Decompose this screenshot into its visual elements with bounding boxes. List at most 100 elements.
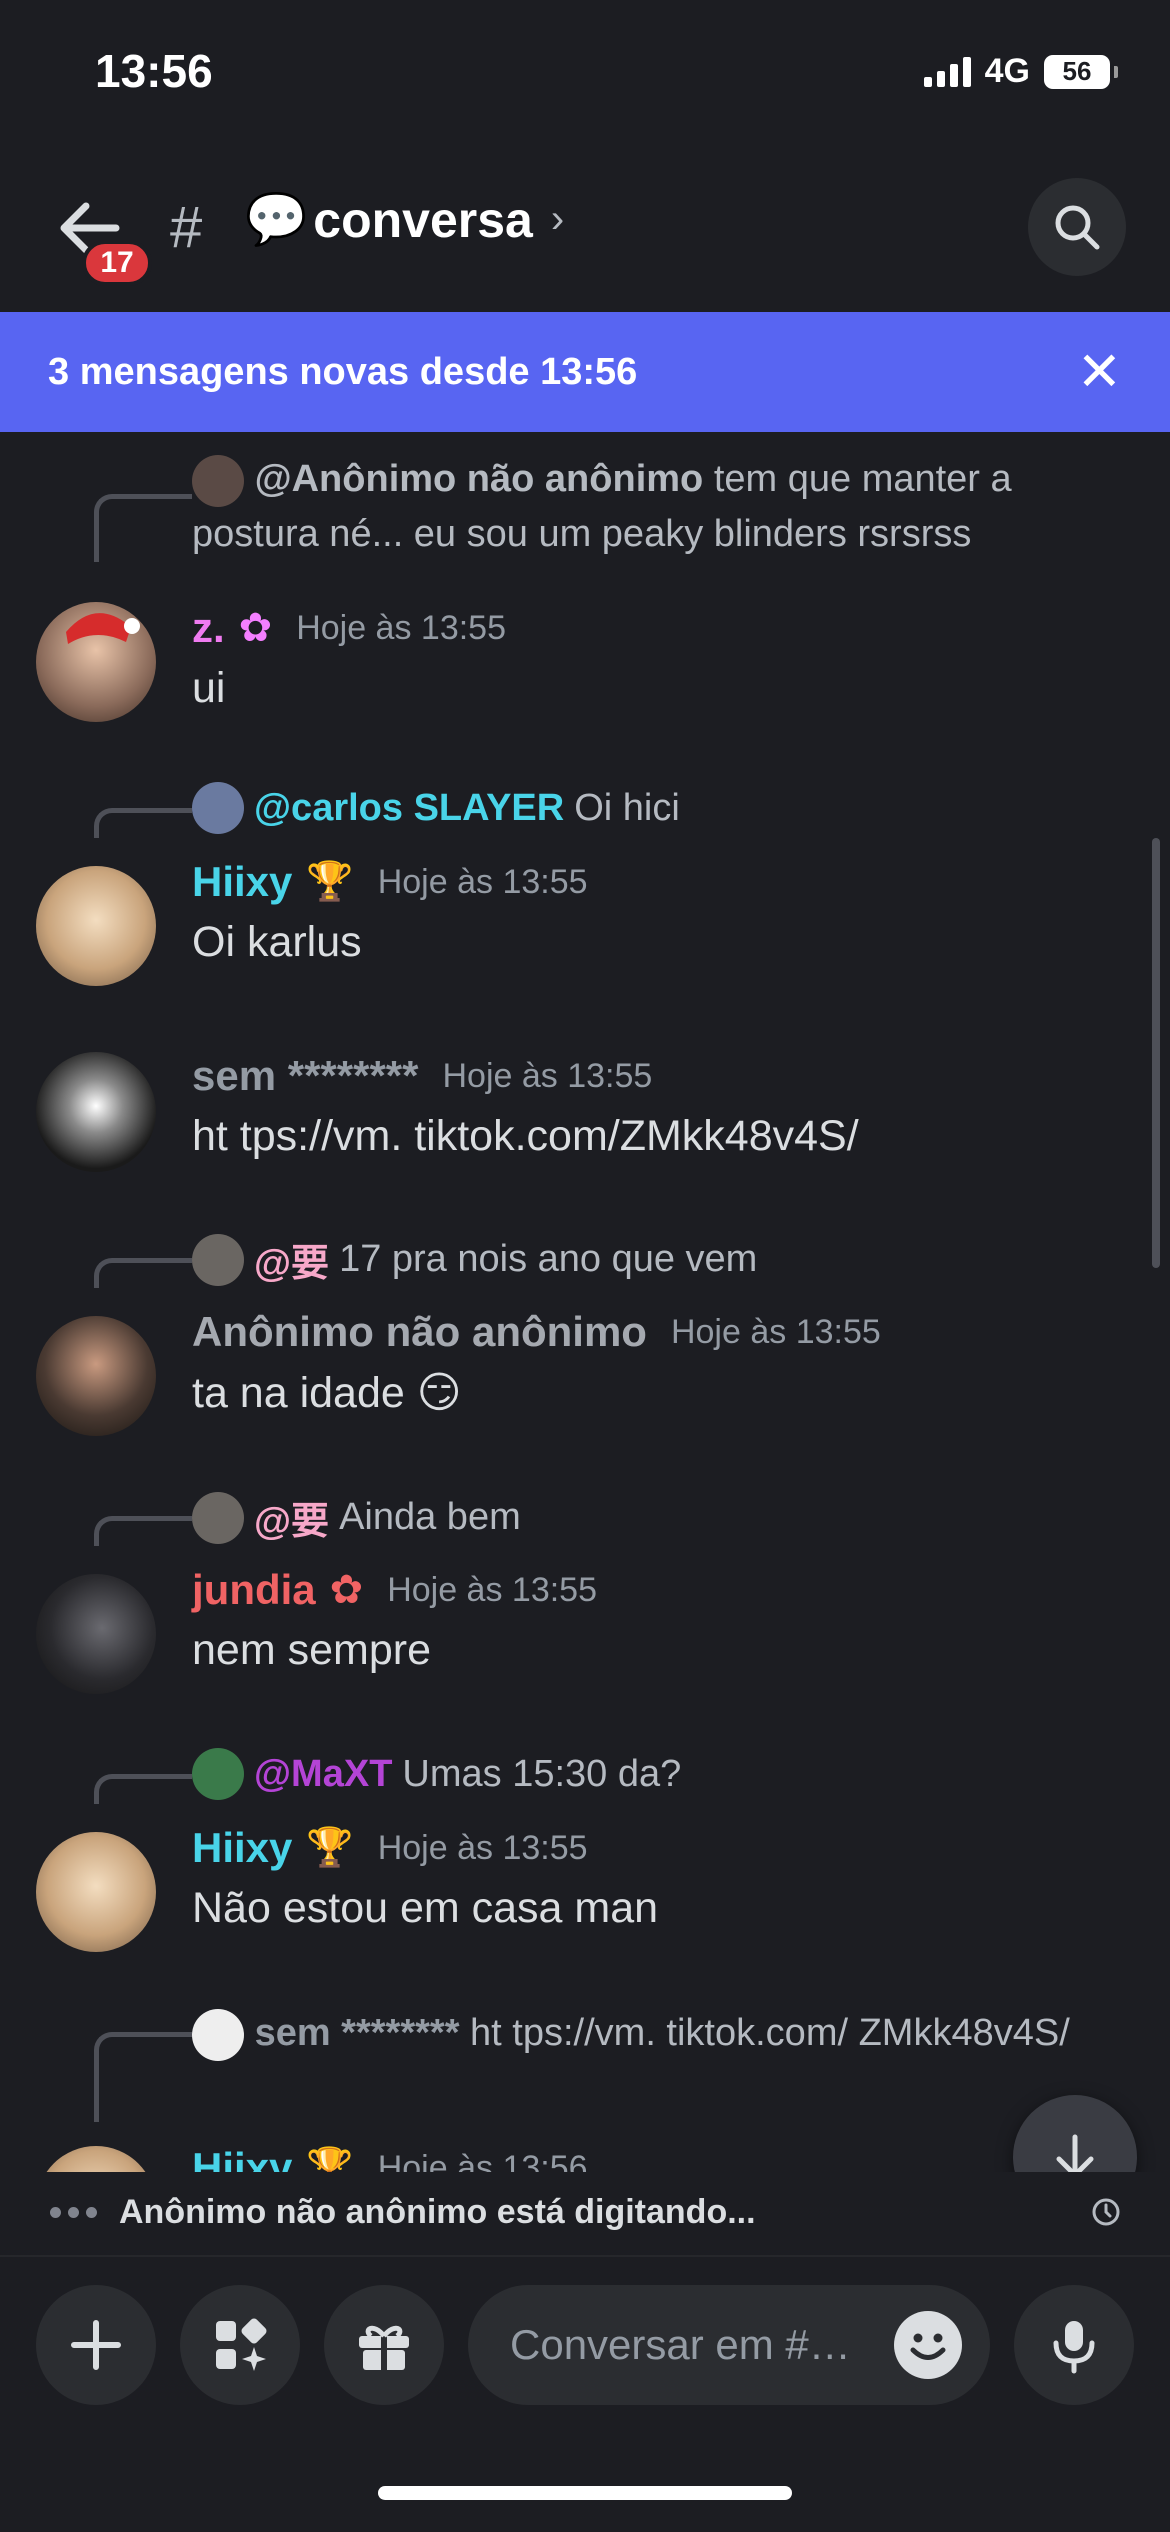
timestamp: Hoje às 13:55 (387, 1570, 597, 1609)
avatar[interactable] (36, 1316, 156, 1436)
trophy-icon: 🏆 (306, 1827, 354, 1869)
message[interactable]: @MaXT Umas 15:30 da? Hiixy 🏆 Hoje às 13:… (0, 1748, 1170, 1978)
battery-icon: 56 (1044, 54, 1118, 89)
reply-author: @要 (254, 1501, 330, 1543)
message-header: z. ✿ Hoje às 13:55 (192, 604, 506, 652)
apps-icon (216, 2318, 267, 2371)
reply-preview[interactable]: @MaXT Umas 15:30 da? (192, 1748, 681, 1800)
reply-author: @MaXT (254, 1752, 393, 1795)
avatar[interactable] (36, 866, 156, 986)
smile-icon (910, 2333, 946, 2360)
gift-icon (359, 2325, 409, 2370)
voice-message-button[interactable] (1014, 2285, 1134, 2405)
avatar[interactable] (36, 2146, 156, 2172)
reply-connector (94, 2032, 192, 2122)
message-list[interactable]: @Anônimo não anônimo tem que manter a po… (0, 432, 1170, 2172)
timestamp: Hoje às 13:55 (377, 1828, 588, 1867)
message-header: Anônimo não anônimo Hoje às 13:55 (192, 1308, 881, 1356)
flower-badge-icon: ✿ (238, 606, 273, 650)
message-input[interactable] (510, 2321, 850, 2369)
reply-connector (94, 808, 192, 838)
reply-preview[interactable]: @要 Ainda bem (192, 1490, 521, 1545)
reply-text: Ainda bem (339, 1496, 521, 1538)
message-header: jundia ✿ Hoje às 13:55 (192, 1566, 597, 1614)
message-input-container[interactable] (468, 2285, 990, 2405)
username[interactable]: Hiixy (192, 1824, 292, 1872)
reply-author: @Anônimo não anônimo (254, 458, 704, 500)
home-indicator[interactable] (378, 2486, 792, 2500)
close-icon[interactable]: ✕ (1077, 345, 1122, 399)
status-indicators: 4G 56 (923, 52, 1118, 91)
unread-badge: 17 (82, 240, 152, 286)
search-icon (1055, 205, 1100, 250)
add-button[interactable] (36, 2285, 156, 2405)
message-header: Hiixy 🏆 Hoje às 13:55 (192, 1824, 588, 1872)
status-bar: 13:56 4G 56 (0, 0, 1170, 150)
reply-preview[interactable]: @carlos SLAYER Oi hici (192, 782, 680, 834)
reply-text: Umas 15:30 da? (402, 1752, 682, 1795)
reply-preview[interactable]: @要 17 pra nois ano que vem (192, 1232, 757, 1287)
timestamp: Hoje às 13:55 (296, 608, 506, 647)
channel-header: 17 # 💬 conversa › (0, 160, 1170, 310)
timestamp: Hoje às 13:56 (377, 2148, 588, 2173)
typing-indicator: Anônimo não anônimo está digitando... (0, 2172, 1170, 2252)
reply-connector (94, 494, 192, 562)
speech-bubble-icon: 💬 (245, 191, 308, 247)
reply-preview[interactable]: sem ******** ht tps://vm. tiktok.com/ ZM… (192, 2006, 1072, 2061)
hash-icon: # (170, 195, 203, 260)
reply-text: 17 pra nois ano que vem (339, 1238, 758, 1280)
reply-author: @要 (254, 1243, 330, 1285)
santa-hat-icon (66, 613, 140, 644)
username[interactable]: Hiixy (192, 2144, 292, 2172)
message-content: nem sempre (192, 1626, 431, 1674)
username[interactable]: jundia (192, 1566, 316, 1614)
message-header: Hiixy 🏆 Hoje às 13:56 (192, 2144, 588, 2172)
channel-name: conversa (313, 191, 533, 248)
message[interactable]: sem ******** Hoje às 13:55 ht tps://vm. … (0, 1052, 1170, 1202)
scrollbar[interactable] (1152, 838, 1160, 1268)
username[interactable]: z. (192, 604, 225, 652)
reply-connector (94, 1516, 192, 1546)
reply-text: ht tps://vm. tiktok.com/ ZMkk48v4S/ (470, 2012, 1070, 2054)
status-time: 13:56 (95, 45, 213, 97)
reply-avatar (192, 1748, 244, 1800)
signal-icon (923, 56, 971, 87)
username[interactable]: sem ******** (192, 1052, 419, 1100)
message[interactable]: @要 Ainda bem jundia ✿ Hoje às 13:55 nem … (0, 1490, 1170, 1720)
new-messages-text: 3 mensagens novas desde 13:56 (48, 350, 638, 393)
reply-text: Oi hici (574, 786, 680, 829)
message[interactable]: @Anônimo não anônimo tem que manter a po… (0, 452, 1170, 722)
reply-author: sem ******** (254, 2012, 460, 2054)
message-content: ht tps://vm. tiktok.com/ZMkk48v4S/ (192, 1112, 859, 1160)
microphone-icon (1053, 2321, 1095, 2374)
avatar[interactable] (36, 602, 156, 722)
gift-button[interactable] (324, 2285, 444, 2405)
reply-preview[interactable]: @Anônimo não anônimo tem que manter a po… (192, 452, 1072, 561)
timestamp: Hoje às 13:55 (670, 1312, 881, 1351)
timestamp: Hoje às 13:55 (377, 862, 588, 901)
message[interactable]: sem ******** ht tps://vm. tiktok.com/ ZM… (0, 2006, 1170, 2172)
channel-title[interactable]: 💬 conversa › (245, 190, 564, 249)
username[interactable]: Hiixy (192, 858, 292, 906)
message-content: ui (192, 664, 226, 712)
trophy-icon: 🏆 (306, 2147, 354, 2172)
slowmode-icon (1090, 2196, 1122, 2233)
typing-text: Anônimo não anônimo está digitando... (119, 2192, 756, 2231)
emoji-button[interactable] (894, 2311, 962, 2379)
avatar[interactable] (36, 1832, 156, 1952)
reply-avatar (192, 1491, 244, 1544)
network-type: 4G (984, 52, 1030, 90)
message[interactable]: @carlos SLAYER Oi hici Hiixy 🏆 Hoje às 1… (0, 782, 1170, 1012)
search-button[interactable] (1028, 178, 1126, 276)
typing-dots-icon (50, 2206, 97, 2218)
apps-button[interactable] (180, 2285, 300, 2405)
new-messages-banner[interactable]: 3 mensagens novas desde 13:56 ✕ (0, 312, 1170, 432)
reply-author: @carlos SLAYER (254, 786, 565, 829)
reply-avatar (192, 1233, 244, 1286)
avatar[interactable] (36, 1574, 156, 1694)
username[interactable]: Anônimo não anônimo (192, 1308, 647, 1356)
message[interactable]: @要 17 pra nois ano que vem Anônimo não a… (0, 1232, 1170, 1462)
flower-badge-icon: ✿ (329, 1568, 364, 1612)
avatar[interactable] (36, 1052, 156, 1172)
reply-avatar (192, 454, 244, 507)
